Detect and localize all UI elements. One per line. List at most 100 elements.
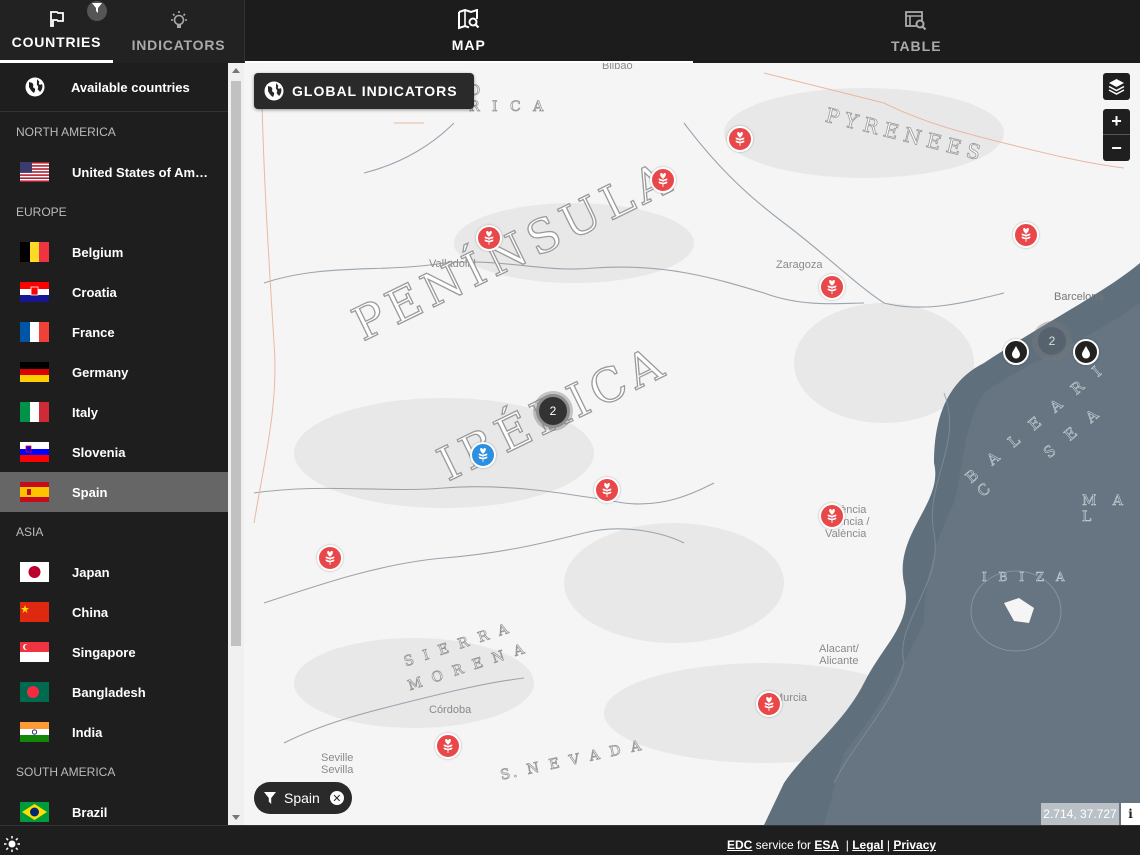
country-name: India bbox=[72, 724, 103, 740]
scroll-up-icon[interactable] bbox=[232, 68, 240, 73]
legal-link[interactable]: Legal bbox=[852, 838, 883, 852]
footer-links: EDC service for ESA | Legal | Privacy bbox=[727, 838, 936, 852]
edc-link[interactable]: EDC bbox=[727, 838, 752, 852]
crop-marker[interactable] bbox=[650, 167, 676, 193]
global-indicators-label: GLOBAL INDICATORS bbox=[292, 83, 458, 99]
crop-marker-selected[interactable] bbox=[470, 442, 496, 468]
global-indicators-button[interactable]: GLOBAL INDICATORS bbox=[254, 73, 474, 109]
coordinate-readout: 2.714, 37.727 bbox=[1041, 803, 1119, 825]
crop-marker[interactable] bbox=[317, 545, 343, 571]
tab-indicators[interactable]: INDICATORS bbox=[113, 0, 244, 63]
map-label-mal: M A L bbox=[1082, 493, 1129, 526]
country-name: France bbox=[72, 324, 115, 340]
filter-icon bbox=[87, 1, 107, 21]
country-name: Croatia bbox=[72, 284, 117, 300]
country-name: China bbox=[72, 604, 109, 620]
tab-table-label: TABLE bbox=[890, 37, 942, 54]
filter-icon bbox=[264, 792, 276, 804]
layers-button[interactable] bbox=[1103, 73, 1130, 100]
country-item-germany[interactable]: Germany bbox=[0, 352, 228, 392]
water-drop-icon bbox=[1012, 345, 1020, 358]
esa-link[interactable]: ESA bbox=[814, 838, 839, 852]
available-countries-label: Available countries bbox=[71, 79, 190, 95]
country-item-belgium[interactable]: Belgium bbox=[0, 232, 228, 272]
country-name: Japan bbox=[72, 564, 110, 580]
country-item-spain[interactable]: Spain bbox=[0, 472, 228, 512]
sun-icon[interactable] bbox=[4, 836, 20, 852]
country-item-singapore[interactable]: Singapore bbox=[0, 632, 228, 672]
tab-table[interactable]: TABLE bbox=[693, 0, 1141, 63]
crop-marker[interactable] bbox=[727, 126, 753, 152]
country-name: Belgium bbox=[72, 244, 124, 260]
zoom-in-button[interactable]: + bbox=[1103, 109, 1130, 135]
country-name: Spain bbox=[72, 484, 108, 500]
window-edge bbox=[1140, 0, 1144, 855]
italy-flag-icon bbox=[20, 402, 49, 422]
country-item-slovenia[interactable]: Slovenia bbox=[0, 432, 228, 472]
country-item-japan[interactable]: Japan bbox=[0, 552, 228, 592]
crop-marker[interactable] bbox=[476, 225, 502, 251]
crop-marker[interactable] bbox=[435, 733, 461, 759]
country-filter-chip[interactable]: Spain ✕ bbox=[254, 782, 352, 814]
wheat-icon bbox=[602, 483, 612, 497]
country-name: Brazil bbox=[72, 804, 108, 820]
country-name: Bangladesh bbox=[72, 684, 146, 700]
wheat-icon bbox=[484, 231, 494, 245]
zoom-out-button[interactable]: − bbox=[1103, 135, 1130, 161]
croatia-flag-icon bbox=[20, 282, 49, 302]
region-south-america: SOUTH AMERICA bbox=[16, 765, 116, 779]
country-name: Singapore bbox=[72, 644, 136, 660]
wheat-icon bbox=[325, 551, 335, 565]
country-item-bangladesh[interactable]: Bangladesh bbox=[0, 672, 228, 712]
tab-map[interactable]: MAP bbox=[245, 0, 693, 63]
marker-cluster-faded[interactable]: 2 bbox=[1035, 324, 1069, 358]
scrollbar-thumb[interactable] bbox=[231, 81, 241, 646]
country-item-china[interactable]: China bbox=[0, 592, 228, 632]
info-button[interactable]: i bbox=[1121, 803, 1140, 825]
crop-marker[interactable] bbox=[594, 477, 620, 503]
zoom-control: + − bbox=[1103, 109, 1130, 161]
close-icon[interactable]: ✕ bbox=[329, 791, 344, 805]
india-flag-icon bbox=[20, 722, 49, 742]
map-label-seville: Seville Sevilla bbox=[321, 752, 354, 776]
wheat-icon bbox=[658, 173, 668, 187]
flag-icon bbox=[49, 11, 64, 27]
china-flag-icon bbox=[20, 602, 49, 622]
country-list: Available countries NORTH AMERICA United… bbox=[0, 63, 228, 825]
wheat-icon bbox=[443, 739, 453, 753]
separator: | bbox=[842, 838, 849, 852]
tab-countries[interactable]: COUNTRIES bbox=[0, 0, 113, 63]
crop-marker[interactable] bbox=[819, 274, 845, 300]
map-label-rica: D R I C A bbox=[469, 83, 548, 116]
country-item-croatia[interactable]: Croatia bbox=[0, 272, 228, 312]
country-item-france[interactable]: France bbox=[0, 312, 228, 352]
globe-icon bbox=[264, 81, 284, 101]
water-marker[interactable] bbox=[1073, 339, 1099, 365]
region-north-america: NORTH AMERICA bbox=[16, 125, 116, 139]
crop-marker[interactable] bbox=[756, 691, 782, 717]
marker-cluster[interactable]: 2 bbox=[536, 394, 570, 428]
map-label-zaragoza: Zaragoza bbox=[776, 259, 823, 271]
country-item-brazil[interactable]: Brazil bbox=[0, 792, 228, 825]
sidebar-scrollbar[interactable] bbox=[228, 63, 244, 825]
water-marker[interactable] bbox=[1003, 339, 1029, 365]
available-countries-item[interactable]: Available countries bbox=[0, 63, 228, 112]
scroll-down-icon[interactable] bbox=[232, 815, 240, 820]
region-europe: EUROPE bbox=[16, 205, 67, 219]
country-item-italy[interactable]: Italy bbox=[0, 392, 228, 432]
germany-flag-icon bbox=[20, 362, 49, 382]
crop-marker[interactable] bbox=[1013, 222, 1039, 248]
wheat-icon bbox=[827, 280, 837, 294]
crop-marker[interactable] bbox=[819, 503, 845, 529]
map-label-cordoba: Córdoba bbox=[429, 704, 472, 716]
country-item-usa[interactable]: United States of America bbox=[0, 152, 228, 192]
privacy-link[interactable]: Privacy bbox=[893, 838, 936, 852]
app: COUNTRIES INDICATORS MAP TABLE Available… bbox=[0, 0, 1144, 855]
map-view[interactable]: Bilbao D R I C A PYRENEES Valladolid Zar… bbox=[244, 63, 1140, 825]
table-search-icon bbox=[905, 10, 927, 30]
country-name: Slovenia bbox=[72, 444, 126, 460]
wheat-icon bbox=[735, 132, 745, 146]
france-flag-icon bbox=[20, 322, 49, 342]
lightbulb-icon bbox=[170, 10, 187, 28]
country-item-india[interactable]: India bbox=[0, 712, 228, 752]
